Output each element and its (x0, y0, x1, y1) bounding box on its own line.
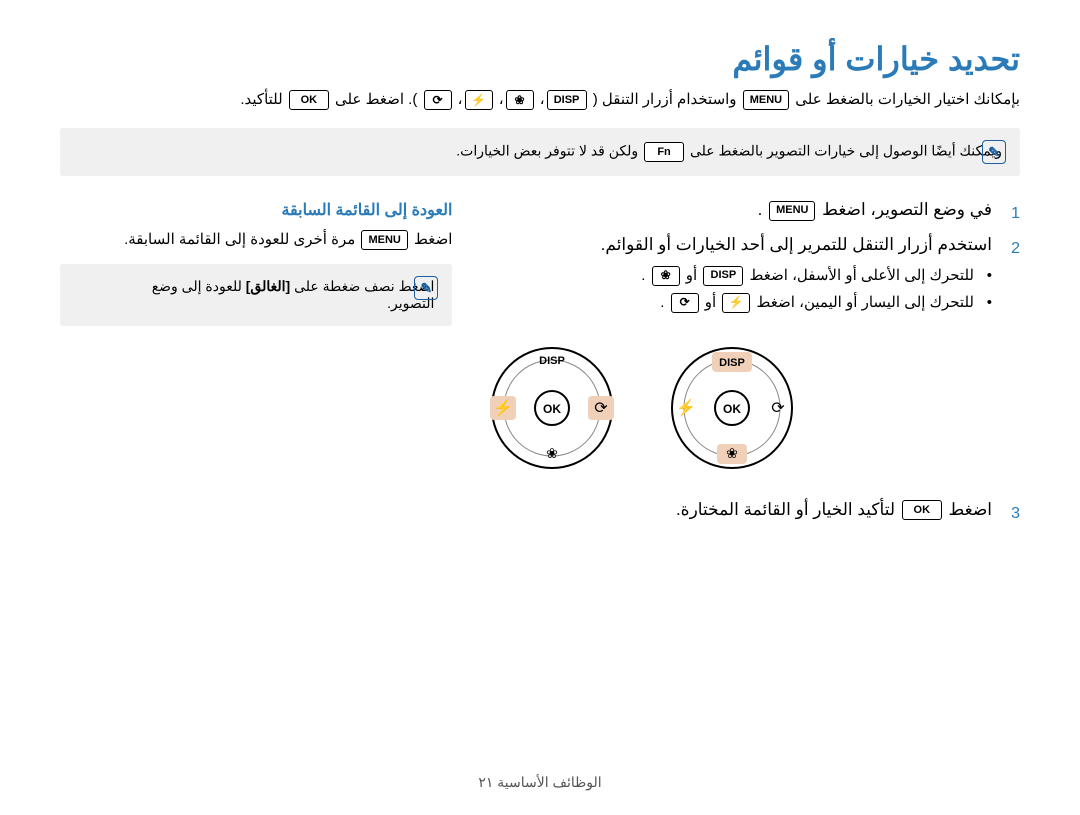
macro-key: ❀ (652, 266, 680, 286)
timer-key: ⟳ (671, 293, 699, 313)
note-icon: ✎ (982, 140, 1006, 164)
step-2b: للتحرك إلى اليسار أو اليمين، اضغط ⚡ أو ⟳… (482, 289, 992, 316)
note-icon: ✎ (414, 276, 438, 300)
ok-key: OK (289, 90, 329, 110)
dial-horizontal: OK DISP ❀ ⚡ ⟳ (482, 338, 622, 478)
page-footer: الوظائف الأساسية ٢١ (60, 774, 1020, 791)
timer-icon: ⟳ (772, 400, 786, 417)
side-column: العودة إلى القائمة السابقة اضغط MENU مرة… (60, 196, 452, 531)
svg-text:DISP: DISP (540, 355, 566, 367)
fn-key: Fn (644, 142, 684, 162)
svg-text:OK: OK (543, 402, 561, 416)
side-heading: العودة إلى القائمة السابقة (60, 200, 452, 220)
dial-vertical: OK DISP ❀ ⚡ ⟳ (662, 338, 802, 478)
macro-icon: ❀ (727, 445, 739, 461)
menu-key: MENU (361, 230, 407, 250)
timer-icon: ⟳ (595, 400, 609, 417)
disp-key: DISP (703, 266, 743, 286)
ok-key: OK (902, 500, 942, 520)
menu-key: MENU (769, 201, 815, 221)
main-column: في وضع التصوير، اضغط MENU . استخدم أزرار… (482, 196, 1020, 531)
macro-key: ❀ (506, 90, 534, 110)
note-shutter: ✎ اضغط نصف ضغطة على [الغالق] للعودة إلى … (60, 264, 452, 326)
timer-key: ⟳ (424, 90, 452, 110)
flash-icon: ⚡ (676, 398, 696, 417)
step-3: اضغط OK لتأكيد الخيار أو القائمة المختار… (482, 496, 1020, 525)
flash-key: ⚡ (722, 293, 750, 313)
intro-text: بإمكانك اختيار الخيارات بالضغط على MENU … (60, 90, 1020, 110)
step-2: استخدم أزرار التنقل للتمرير إلى أحد الخي… (482, 231, 1020, 316)
shutter-label: [الغالق] (246, 278, 290, 294)
svg-text:❀: ❀ (547, 445, 559, 461)
side-text: اضغط MENU مرة أخرى للعودة إلى القائمة ال… (60, 230, 452, 250)
flash-icon: ⚡ (493, 398, 513, 417)
menu-key: MENU (743, 90, 789, 110)
disp-label: DISP (720, 357, 746, 369)
page-title: تحديد خيارات أو قوائم (60, 40, 1020, 78)
note-fn: ✎ ويمكنك أيضًا الوصول إلى خيارات التصوير… (60, 128, 1020, 176)
ok-label: OK (723, 402, 741, 416)
step-1: في وضع التصوير، اضغط MENU . (482, 196, 1020, 225)
step-2a: للتحرك إلى الأعلى أو الأسفل، اضغط DISP أ… (482, 262, 992, 289)
disp-key: DISP (547, 90, 587, 110)
flash-key: ⚡ (465, 90, 493, 110)
